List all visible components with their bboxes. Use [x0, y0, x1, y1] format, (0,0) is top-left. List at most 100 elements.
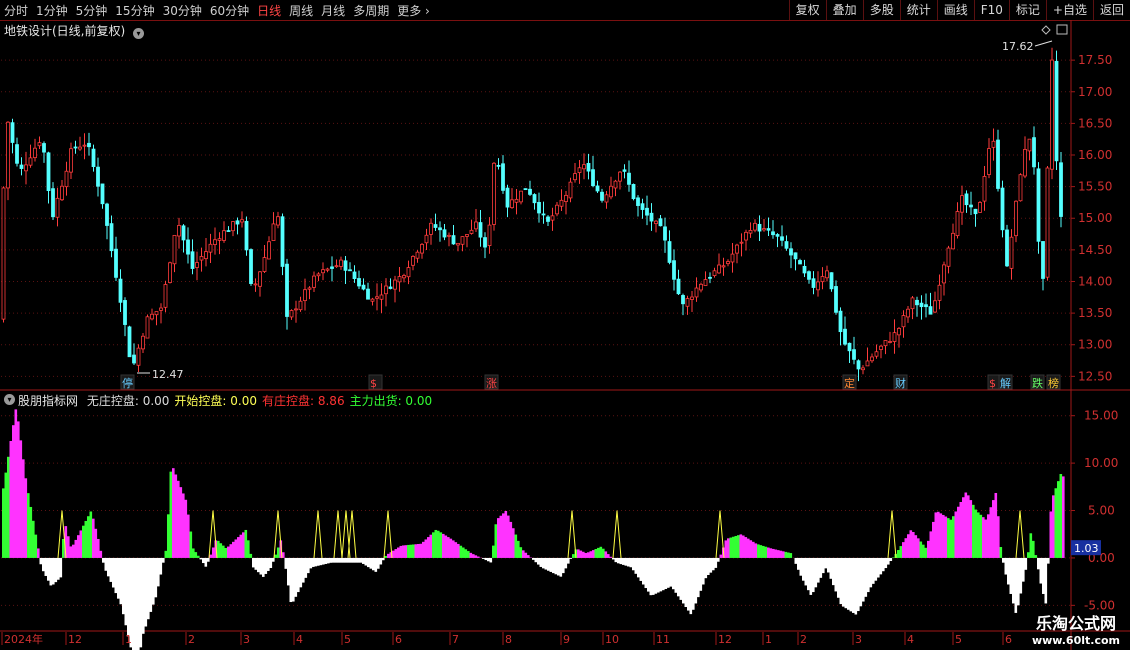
indicator-bar: [574, 549, 578, 558]
tool-button-2[interactable]: 多股: [862, 0, 900, 20]
indicator-bar: [139, 557, 143, 648]
candle-body: [298, 300, 303, 311]
indicator-bar: [72, 544, 75, 558]
indicator-bar: [804, 557, 808, 586]
indicator-bar: [947, 518, 950, 558]
period-tab-1[interactable]: 1分钟: [32, 2, 72, 19]
candle-body: [613, 180, 618, 189]
candle-body: [762, 228, 766, 231]
indicator-bar: [664, 557, 668, 589]
indicator-bar: [214, 540, 218, 558]
candle-body: [591, 169, 595, 187]
tool-button-4[interactable]: 画线: [936, 0, 974, 20]
start-control-spike: [715, 510, 725, 558]
indicator-bar: [649, 557, 653, 596]
indicator-bar: [269, 557, 273, 569]
indicator-bar: [384, 555, 388, 558]
indicator-bar: [144, 557, 148, 627]
chevron-down-icon[interactable]: ▾: [133, 28, 145, 39]
indicator-bar: [114, 557, 118, 594]
tool-button-7[interactable]: +自选: [1045, 0, 1093, 20]
tool-button-3[interactable]: 统计: [899, 0, 937, 20]
indicator-bar: [1009, 557, 1013, 594]
indicator-bar: [327, 557, 330, 564]
indicator-bar: [49, 557, 53, 586]
candle-body: [334, 265, 339, 268]
period-tab-2[interactable]: 5分钟: [72, 2, 112, 19]
period-tab-0[interactable]: 分时: [0, 2, 32, 19]
candle-body: [1054, 60, 1059, 162]
period-tab-8[interactable]: 月线: [317, 2, 349, 19]
period-tab-4[interactable]: 30分钟: [159, 2, 206, 19]
candle-body: [775, 234, 780, 237]
indicator-bar: [197, 555, 200, 558]
indicator-bar: [879, 557, 883, 575]
indicator-bar: [604, 551, 608, 558]
event-marker: $: [989, 377, 996, 390]
indicator-bar: [447, 537, 450, 558]
candle-body: [483, 237, 487, 248]
tool-button-1[interactable]: 叠加: [825, 0, 863, 20]
candle-body: [951, 232, 955, 250]
price-tick-label: 14.50: [1078, 243, 1112, 257]
period-tab-5[interactable]: 60分钟: [206, 2, 253, 19]
period-tab-9[interactable]: 多周期: [349, 2, 393, 19]
indicator-bar: [602, 548, 605, 558]
indicator-bar: [577, 549, 580, 558]
candle-body: [91, 148, 96, 168]
event-marker: 涨: [486, 377, 497, 390]
candle-body: [1041, 241, 1045, 279]
indicator-bar: [449, 538, 453, 558]
indicator-bar: [247, 540, 250, 558]
start-control-spike: [208, 510, 218, 558]
candle-body: [919, 302, 924, 308]
indicator-bar: [364, 557, 368, 566]
indicator-bar: [877, 557, 880, 578]
date-label: 12: [68, 633, 82, 646]
period-tab-7[interactable]: 周线: [285, 2, 317, 19]
chevron-down-icon[interactable]: ▾: [4, 394, 15, 405]
indicator-bar: [374, 557, 378, 572]
tool-button-5[interactable]: F10: [973, 0, 1009, 20]
candle-body: [42, 143, 46, 153]
tool-button-6[interactable]: 标记: [1008, 0, 1046, 20]
indicator-bar: [132, 557, 135, 650]
candle-body: [523, 188, 528, 191]
period-tab-6[interactable]: 日线: [253, 2, 285, 19]
indicator-bar: [504, 511, 508, 558]
candle-body: [456, 242, 460, 246]
candle-body: [168, 262, 172, 283]
candle-body: [420, 243, 424, 254]
date-label: 1: [125, 633, 132, 646]
indicator-bar: [957, 506, 960, 558]
indicator-item-0: 无庄控盘: 0.00: [86, 394, 170, 408]
indicator-bar: [979, 514, 983, 558]
low-price-label: 12.47: [152, 368, 184, 381]
tool-button-0[interactable]: 复权: [788, 0, 826, 20]
candle-body: [19, 164, 24, 169]
indicator-bar: [1042, 557, 1045, 594]
indicator-bar: [152, 557, 155, 605]
indicator-bar: [1027, 552, 1030, 558]
candle-body: [375, 296, 379, 299]
candle-body: [433, 224, 438, 228]
high-price-label: 17.62: [1002, 40, 1034, 53]
indicator-bar: [119, 557, 123, 605]
candle-body: [730, 253, 735, 263]
candle-body: [577, 167, 582, 173]
candle-body: [856, 360, 861, 370]
candle-body: [946, 247, 951, 267]
indicator-bar: [987, 514, 990, 558]
candle-body: [600, 191, 604, 201]
period-tab-10[interactable]: 更多 ›: [393, 2, 434, 19]
indicator-bar: [509, 521, 513, 558]
indicator-bar: [7, 456, 10, 558]
tool-button-8[interactable]: 返回: [1092, 0, 1130, 20]
candle-body: [582, 164, 586, 170]
period-tab-3[interactable]: 15分钟: [111, 2, 158, 19]
indicator-bar: [709, 557, 713, 573]
indicator-bar: [212, 547, 215, 558]
indicator-bar: [569, 557, 573, 559]
candle-body: [888, 341, 892, 343]
candle-body: [1018, 174, 1023, 202]
